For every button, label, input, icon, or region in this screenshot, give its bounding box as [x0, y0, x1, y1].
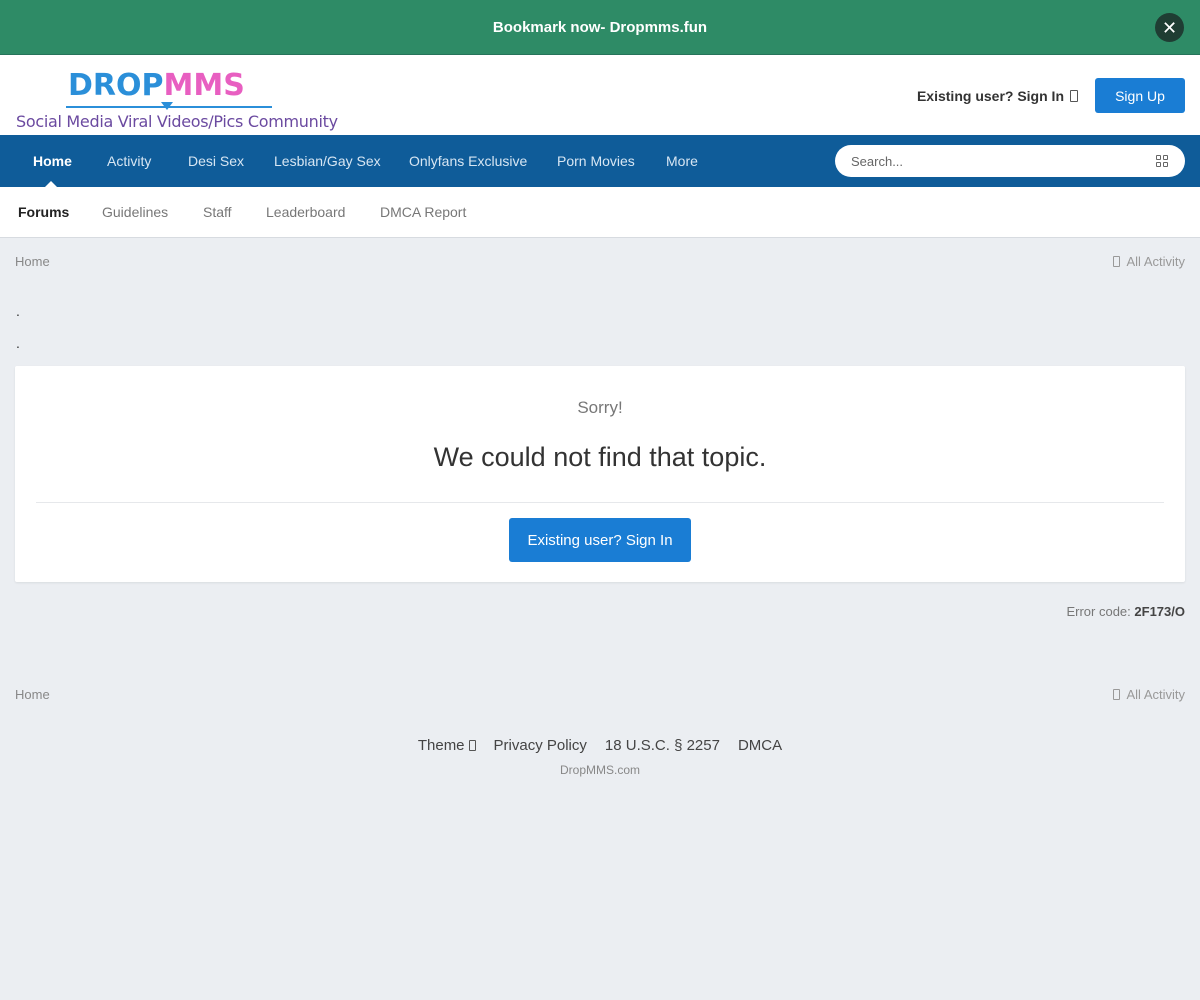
- search-options-icon[interactable]: [1156, 155, 1168, 167]
- footer-all-activity-link[interactable]: All Activity: [1113, 687, 1185, 702]
- header-signin-label: Existing user? Sign In: [916, 88, 1064, 104]
- signup-button[interactable]: Sign Up: [1095, 78, 1185, 113]
- error-code-value: 2F173/O: [1134, 604, 1185, 619]
- footer-theme-link[interactable]: Theme: [418, 737, 476, 754]
- header-signin-link[interactable]: Existing user? Sign In: [917, 88, 1078, 104]
- nav-item-desi-sex[interactable]: Desi Sex: [188, 135, 244, 187]
- copyright-text: DropMMS.com: [559, 763, 640, 777]
- subnav-item-staff[interactable]: Staff: [203, 187, 232, 237]
- footer-links: Theme Privacy Policy 18 U.S.C. § 2257 DM…: [0, 737, 1200, 754]
- nav-item-porn-movies[interactable]: Porn Movies: [557, 135, 635, 187]
- nav-item-onlyfans-exclusive[interactable]: Onlyfans Exclusive: [409, 135, 527, 187]
- secondary-nav: Forums Guidelines Staff Leaderboard DMCA…: [0, 187, 1200, 238]
- caret-down-icon: [1070, 90, 1078, 102]
- error-code-label: Error code:: [1066, 604, 1131, 619]
- all-activity-label: All Activity: [1126, 254, 1185, 269]
- footer-dmca-link[interactable]: DMCA: [738, 737, 782, 754]
- search-box: [835, 145, 1185, 177]
- placeholder-dot: .: [16, 303, 20, 319]
- nav-item-activity[interactable]: Activity: [107, 135, 151, 187]
- announcement-text: Bookmark now- Dropmms.fun: [492, 18, 708, 36]
- error-message: We could not find that topic.: [433, 442, 767, 472]
- nav-item-more[interactable]: More: [666, 135, 698, 187]
- footer-2257-link[interactable]: 18 U.S.C. § 2257: [605, 737, 720, 754]
- rss-icon: [1113, 689, 1121, 700]
- breadcrumb-home[interactable]: Home: [15, 254, 50, 269]
- subnav-item-dmca-report[interactable]: DMCA Report: [380, 187, 466, 237]
- footer-breadcrumb-home[interactable]: Home: [15, 687, 50, 702]
- placeholder-dot: .: [16, 335, 20, 351]
- subnav-item-guidelines[interactable]: Guidelines: [102, 187, 168, 237]
- error-code: Error code: 2F173/O: [1066, 604, 1185, 619]
- nav-item-lesbian-gay-sex[interactable]: Lesbian/Gay Sex: [274, 135, 381, 187]
- primary-nav: Home Activity Desi Sex Lesbian/Gay Sex O…: [0, 135, 1200, 187]
- site-logo[interactable]: DROPMMS Social Media Viral Videos/Pics C…: [16, 68, 338, 132]
- logo-tagline: Social Media Viral Videos/Pics Community: [16, 112, 338, 131]
- logo-word-drop: DROP: [68, 68, 164, 103]
- theme-label: Theme: [417, 737, 465, 754]
- subnav-item-leaderboard[interactable]: Leaderboard: [266, 187, 345, 237]
- close-icon[interactable]: ✕: [1155, 13, 1184, 42]
- announcement-bar: Bookmark now- Dropmms.fun ✕: [0, 0, 1200, 55]
- search-input[interactable]: [851, 153, 1131, 169]
- subnav-item-forums[interactable]: Forums: [18, 187, 69, 237]
- all-activity-link[interactable]: All Activity: [1113, 254, 1185, 269]
- logo-wordmark: DROPMMS: [68, 68, 245, 104]
- error-sorry-text: Sorry!: [577, 398, 623, 417]
- error-signin-button[interactable]: Existing user? Sign In: [509, 518, 691, 562]
- footer-privacy-link[interactable]: Privacy Policy: [494, 737, 587, 754]
- divider: [36, 502, 1164, 503]
- nav-item-home[interactable]: Home: [33, 135, 72, 187]
- rss-icon: [1113, 256, 1121, 267]
- footer-all-activity-label: All Activity: [1126, 687, 1185, 702]
- caret-down-icon: [468, 740, 476, 751]
- error-panel: Sorry! We could not find that topic. Exi…: [15, 366, 1185, 582]
- logo-drip-icon: [161, 102, 173, 110]
- logo-word-mms: MMS: [163, 68, 245, 103]
